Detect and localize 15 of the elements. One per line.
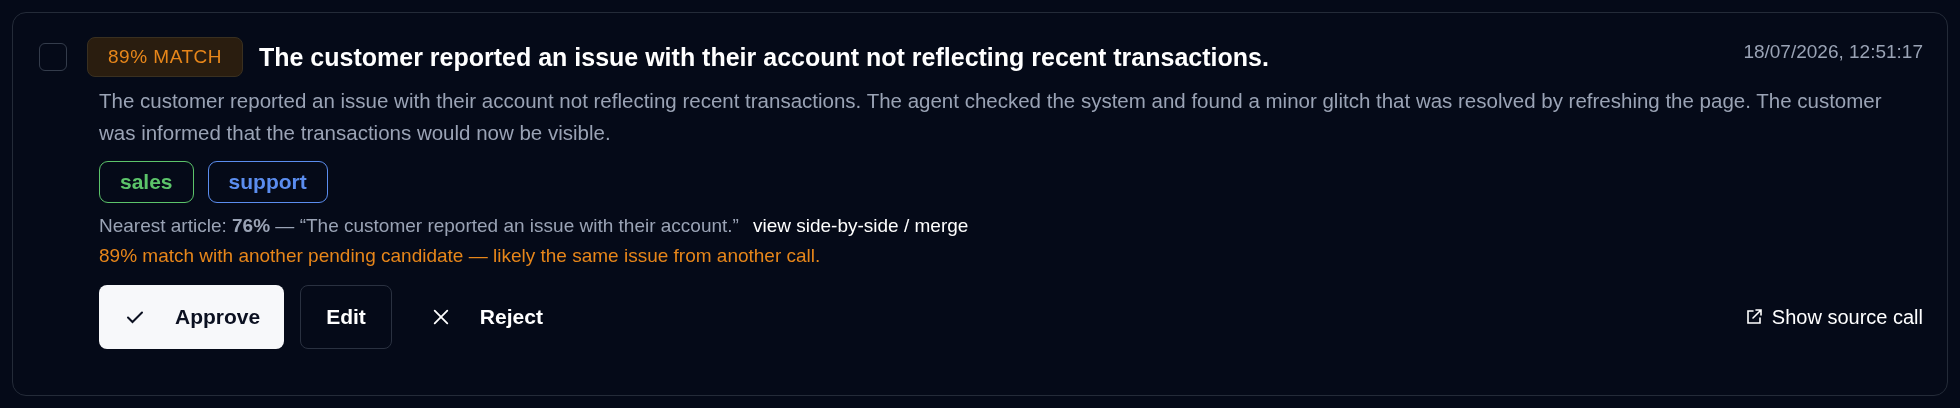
edit-button[interactable]: Edit xyxy=(300,285,392,349)
summary-text: The customer reported an issue with their account not reflecting recent transactions. The agent checked the system and found a minor glitch that was resolved by refreshing the page. The customer was informed that the transactions would now be visible. xyxy=(99,88,1883,146)
reject-button[interactable]: Reject xyxy=(407,285,567,349)
close-icon xyxy=(431,308,450,326)
approve-button[interactable]: Approve xyxy=(99,285,285,349)
nearest-article-text: Nearest article: 76% — “The customer reported an issue with their account.” xyxy=(99,215,739,237)
tag: support xyxy=(207,161,328,203)
select-checkbox[interactable] xyxy=(39,43,67,71)
merge-link[interactable]: view side-by-side / merge xyxy=(752,215,969,237)
timestamp: 18/07/2026, 12:51:17 xyxy=(1743,40,1923,63)
candidate-title: The customer reported an issue with their account not reflecting recent transactions. xyxy=(258,42,1270,72)
source-call-link[interactable]: Show source call xyxy=(1743,305,1923,329)
duplicate-warning: 89% match with another pending candidate — likely the same issue from another call. xyxy=(99,245,822,267)
tag: sales xyxy=(99,161,194,203)
match-badge: 89% MATCH xyxy=(87,37,243,77)
